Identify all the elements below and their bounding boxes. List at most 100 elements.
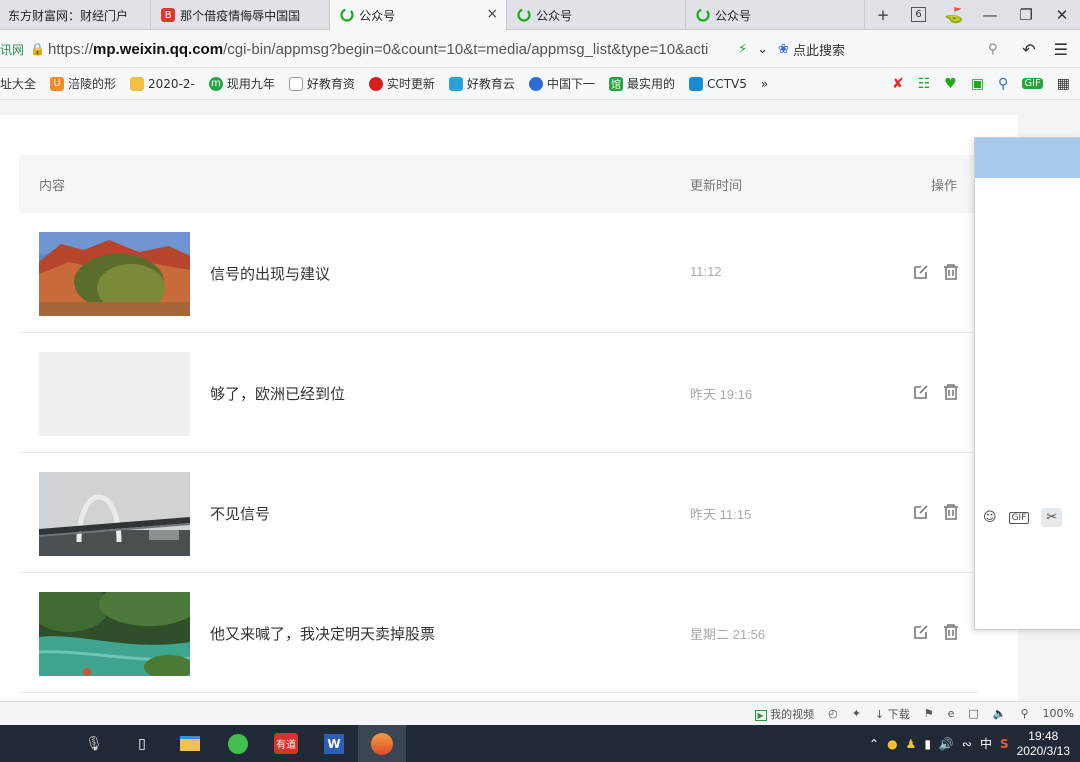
gif-ext-icon[interactable]: GIF (1022, 78, 1043, 89)
tab-wechat-3[interactable]: 公众号 (686, 0, 866, 30)
tab-label: 那个借疫情侮辱中国国 (180, 8, 301, 23)
new-tab-button[interactable]: + (865, 0, 901, 30)
bookmark-label: 最实用的 (626, 77, 675, 91)
file-explorer-icon[interactable] (166, 725, 214, 762)
sogou-icon[interactable]: S (1000, 737, 1009, 751)
tab-eastmoney[interactable]: 东方财富网：财经门户 (0, 0, 152, 30)
delete-icon[interactable] (942, 383, 960, 401)
game-ext-icon[interactable]: ▣ (971, 76, 984, 92)
browser-tools: ↶ ☰ (1022, 40, 1080, 59)
bookmark-label: 2020-2- (148, 76, 195, 91)
bookmark-item[interactable]: 网址大全 (0, 75, 36, 92)
zoom-icon[interactable]: ⚲ (1020, 707, 1028, 720)
table-row[interactable]: 不见信号 昨天 11:15 (19, 453, 979, 573)
microphone-icon[interactable]: 🎙 (70, 725, 118, 762)
delete-icon[interactable] (942, 503, 960, 521)
zoom-level[interactable]: 100% (1043, 707, 1074, 720)
close-icon[interactable]: × (486, 6, 498, 22)
article-time: 昨天 11:15 (690, 507, 752, 522)
edit-icon[interactable] (912, 263, 930, 281)
apps-grid-icon[interactable]: ▦ (1057, 76, 1070, 92)
table-row[interactable]: 他又来喊了，我决定明天卖掉股票 星期二 21:56 (19, 573, 979, 693)
article-thumbnail[interactable] (39, 472, 190, 556)
site-label: 讯网 (0, 42, 25, 57)
chevron-down-icon[interactable]: ⌄ (757, 42, 768, 57)
header-time: 更新时间 (690, 178, 743, 194)
clock[interactable]: 19:48 2020/3/13 (1017, 729, 1070, 759)
tray-app-icon[interactable]: ● (887, 737, 897, 751)
ime-indicator[interactable]: 中 (980, 735, 992, 752)
my-video-button[interactable]: ▶ 我的视频 (754, 706, 814, 722)
lightning-icon[interactable]: ⚡ (738, 42, 747, 57)
wechat-icon (517, 8, 531, 22)
tab-wechat-active[interactable]: 公众号 × (330, 0, 508, 30)
ie-icon[interactable]: e (948, 707, 955, 720)
wechat-icon (340, 8, 354, 22)
bookmark-item[interactable]: 中国下一 (528, 75, 595, 92)
word-icon[interactable]: W (310, 725, 358, 762)
edit-icon[interactable] (912, 383, 930, 401)
tab-news[interactable]: B 那个借疫情侮辱中国国 (151, 0, 331, 30)
gif-icon[interactable]: GIF (1008, 511, 1030, 524)
edit-icon[interactable] (912, 623, 930, 641)
translate-ext-icon[interactable]: ☷ (918, 76, 931, 92)
delete-icon[interactable] (942, 263, 960, 281)
bookmark-item[interactable]: 2020-2- (130, 76, 195, 91)
shirt-icon[interactable]: ⛳ (936, 0, 972, 30)
menu-icon[interactable]: ☰ (1054, 40, 1068, 59)
search-box[interactable]: ❀ 点此搜索 (778, 40, 978, 59)
article-thumbnail[interactable] (39, 592, 190, 676)
search-ext-icon[interactable]: ⚲ (998, 76, 1008, 92)
chat-toolbar: ☺ GIF ✂ (983, 508, 1063, 527)
youdao-icon[interactable]: 有道 (262, 725, 310, 762)
edit-icon[interactable] (912, 503, 930, 521)
bookmark-item[interactable]: 好教育云 (448, 75, 515, 92)
tab-count-badge[interactable]: 6 (911, 7, 927, 22)
article-title[interactable]: 他又来喊了，我决定明天卖掉股票 (210, 623, 435, 644)
browser-app-icon[interactable] (358, 725, 406, 762)
minimize-button[interactable]: — (972, 0, 1008, 30)
tab-wechat-2[interactable]: 公众号 (507, 0, 687, 30)
bookmark-item[interactable]: U 涪陵的形 (50, 75, 116, 92)
flag-icon[interactable]: ⚑ (924, 707, 934, 720)
bookmark-item[interactable]: m 现用九年 (208, 75, 275, 92)
undo-icon[interactable]: ↶ (1022, 40, 1035, 59)
bookmark-item[interactable]: CCTV5 (688, 76, 747, 91)
chat-header[interactable] (975, 138, 1080, 178)
bookmark-item[interactable]: 馆 最实用的 (608, 75, 675, 92)
battery-icon[interactable]: ▮ (924, 737, 931, 751)
table-row[interactable]: 够了，欧洲已经到位 昨天 19:16 (19, 333, 979, 453)
speaker-icon[interactable]: 🔊 (939, 737, 954, 751)
article-title[interactable]: 信号的出现与建议 (210, 263, 330, 284)
delete-icon[interactable] (942, 623, 960, 641)
bookmark-label: 好教育云 (466, 77, 515, 91)
history-icon[interactable]: ◴ (828, 707, 838, 720)
pin-icon[interactable]: ✦ (852, 707, 861, 720)
table-row[interactable]: 信号的出现与建议 11:12 (19, 213, 979, 333)
window-icon[interactable]: □ (968, 707, 978, 720)
wifi-icon[interactable]: ∾ (962, 737, 972, 751)
download-button[interactable]: ↓ 下载 (875, 706, 910, 722)
scissors-icon[interactable]: ✂ (1041, 508, 1063, 527)
chevron-up-icon[interactable]: ⌃ (869, 737, 879, 751)
scissors-ext-icon[interactable]: ✘ (892, 76, 904, 92)
article-title[interactable]: 够了，欧洲已经到位 (210, 383, 345, 404)
close-window-button[interactable]: ✕ (1044, 0, 1080, 30)
tray-person-icon[interactable]: ♟ (906, 737, 917, 751)
bookmark-item[interactable]: 好教育资 (288, 75, 355, 92)
article-thumbnail[interactable] (39, 352, 190, 436)
restore-button[interactable]: ❐ (1008, 0, 1044, 30)
emoji-icon[interactable]: ☺ (983, 510, 997, 525)
search-icon[interactable]: ⚲ (988, 42, 998, 57)
header-operation: 操作 (931, 178, 958, 194)
shield-ext-icon[interactable]: ♥ (944, 76, 957, 92)
browser-360-icon[interactable] (214, 725, 262, 762)
volume-icon[interactable]: 🔈 (993, 707, 1007, 720)
bookmarks-more[interactable]: » (761, 77, 768, 91)
article-thumbnail[interactable] (39, 232, 190, 316)
article-title[interactable]: 不见信号 (210, 503, 270, 524)
bookmark-item[interactable]: 实时更新 (368, 75, 435, 92)
task-view-icon[interactable]: ▯ (118, 725, 166, 762)
bookmark-label: 实时更新 (386, 77, 435, 91)
url-field[interactable]: https://mp.weixin.qq.com/cgi-bin/appmsg?… (48, 41, 730, 58)
